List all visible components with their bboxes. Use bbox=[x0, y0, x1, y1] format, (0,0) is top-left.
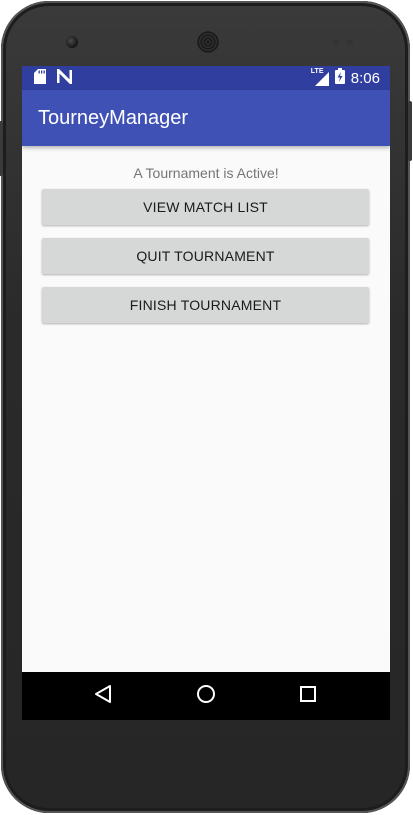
front-camera bbox=[66, 36, 78, 48]
view-match-list-button[interactable]: VIEW MATCH LIST bbox=[42, 189, 369, 225]
back-icon bbox=[94, 684, 112, 708]
light-sensor bbox=[347, 39, 353, 45]
status-clock: 8:06 bbox=[350, 69, 380, 87]
status-bar: LTE 8:06 bbox=[22, 66, 390, 90]
finish-tournament-button[interactable]: FINISH TOURNAMENT bbox=[42, 287, 369, 323]
back-button[interactable] bbox=[79, 680, 127, 712]
battery-charging-icon bbox=[334, 68, 345, 88]
n-notification-icon bbox=[56, 66, 73, 88]
tournament-status-text: A Tournament is Active! bbox=[133, 165, 279, 181]
app-bar: TourneyManager bbox=[22, 90, 390, 146]
recents-button[interactable] bbox=[284, 680, 332, 712]
proximity-sensor bbox=[333, 39, 339, 45]
recents-icon bbox=[299, 685, 317, 707]
app-title: TourneyManager bbox=[38, 107, 189, 129]
power-button bbox=[408, 101, 412, 161]
earpiece-speaker bbox=[197, 31, 219, 53]
navigation-bar bbox=[22, 672, 390, 720]
device-screen: LTE 8:06 TourneyManager A Tournament is … bbox=[22, 66, 390, 720]
quit-tournament-button[interactable]: QUIT TOURNAMENT bbox=[42, 238, 369, 274]
status-bar-notifications bbox=[34, 66, 73, 88]
status-bar-system: LTE 8:06 bbox=[311, 68, 380, 88]
sd-card-icon bbox=[34, 68, 46, 88]
home-button[interactable] bbox=[182, 680, 230, 712]
volume-button bbox=[0, 121, 3, 176]
lte-signal-icon: LTE bbox=[311, 68, 329, 86]
home-icon bbox=[196, 684, 216, 708]
